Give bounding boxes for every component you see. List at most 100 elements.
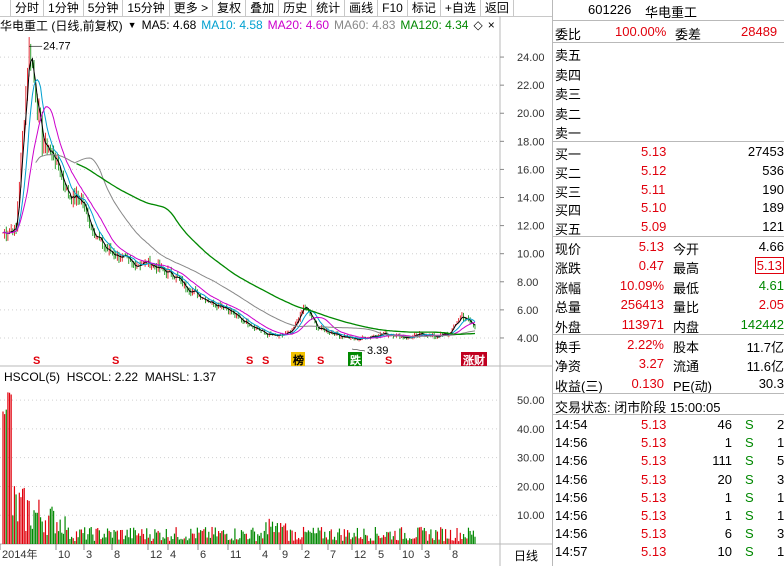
x-tick-label: 2014年 (2, 547, 37, 561)
separator (553, 393, 784, 394)
stat-value: 2.22% (627, 337, 664, 352)
stat-value: 30.3 (758, 375, 784, 391)
tick-volume: 10 (717, 544, 732, 560)
tick-time: 14:56 (555, 435, 588, 451)
stock-name: 华电重工 (645, 5, 698, 20)
bid-price: 5.11 (641, 181, 666, 197)
stat-label: 最低 (673, 280, 700, 296)
tick-price: 5.13 (641, 417, 667, 432)
bid-row: 买一 5.13 27453 (553, 142, 784, 162)
y-tick-label: 18.00 (517, 136, 545, 148)
y-tick-label: 10.00 (517, 249, 545, 261)
stat-value: 2.05 (758, 297, 784, 313)
stat-label: 流通 (673, 359, 700, 375)
stat-value: 4.61 (758, 277, 784, 293)
stat-value: 113971 (621, 316, 664, 332)
tick-volume: 1 (724, 435, 732, 451)
event-marker: S (317, 355, 324, 367)
event-marker: S (112, 355, 119, 367)
tick-row: 14:56 5.13 1 S 1 (553, 433, 784, 452)
y-tick-label: 22.00 (517, 80, 545, 92)
weicha-label: 委差 (675, 27, 702, 42)
indicator-legend: HSCOL(5) HSCOL: 2.22 MAHSL: 1.37 (4, 370, 216, 384)
tick-time: 14:56 (555, 471, 588, 487)
mahsl-label: MAHSL: 1.37 (144, 370, 217, 384)
tick-volume: 20 (717, 471, 732, 487)
tick-side: S (745, 489, 754, 505)
kline-chart[interactable]: 24.0022.0020.0018.0016.0014.0012.0010.00… (0, 0, 552, 566)
tick-count: 2 (777, 417, 784, 432)
y-tick-label: 20.00 (517, 108, 545, 120)
tick-side: S (745, 471, 754, 487)
tick-row: 14:56 5.13 1 S 1 (553, 506, 784, 525)
y-tick-label: 50.00 (517, 395, 545, 407)
event-marker: S (385, 355, 392, 367)
x-tick-label: 8 (114, 549, 120, 561)
low-pointer (351, 348, 366, 352)
tick-count: 3 (777, 526, 784, 542)
event-marker: S (33, 355, 40, 367)
event-marker: S (246, 355, 253, 367)
stat-value: 5.13 (638, 239, 664, 254)
tick-price: 5.13 (641, 471, 667, 487)
weibi-label: 委比 (555, 27, 582, 42)
tick-count: 1 (777, 544, 784, 560)
tick-price: 5.13 (641, 544, 667, 560)
bid-price: 5.12 (641, 162, 667, 178)
ask-label: 卖一 (555, 126, 582, 142)
x-tick-label: 5 (378, 549, 384, 561)
stat-value: 5.13 (754, 257, 784, 275)
stat-value: 0.130 (631, 375, 664, 391)
y-tick-label: 12.00 (517, 221, 545, 233)
hscol-label: HSCOL: 2.22 (66, 370, 139, 384)
weicha-value: 28489 (741, 24, 778, 39)
tick-time: 14:56 (555, 489, 588, 505)
bid-row: 买二 5.12 536 (553, 161, 784, 181)
ma10-line (2, 79, 476, 340)
tick-side: S (745, 526, 754, 542)
tick-row: 14:54 5.13 46 S 2 (553, 415, 784, 434)
weibi-value: 100.00% (615, 24, 667, 39)
ask-label: 卖五 (555, 48, 582, 63)
stat-value: 0.47 (638, 258, 664, 274)
ask-row: 卖三 (553, 82, 784, 102)
stock-code: 601226 (588, 2, 632, 17)
y-tick-label: 40.00 (517, 424, 545, 436)
tick-price: 5.13 (641, 489, 667, 505)
y-tick-label: 24.00 (517, 52, 545, 64)
tick-volume: 111 (712, 453, 732, 469)
period-label[interactable]: 日线 (514, 547, 538, 564)
event-marker: 涨财 (463, 353, 485, 367)
stat-value: 142442 (740, 316, 784, 332)
y-tick-label: 16.00 (517, 164, 545, 176)
bid-price: 5.10 (641, 200, 667, 216)
bid-volume: 536 (762, 162, 784, 178)
bid-volume: 121 (762, 219, 784, 235)
stat-label: 今开 (673, 242, 700, 257)
weibi-row: 委比 100.00% 委差 28489 (553, 22, 784, 42)
indicator-name[interactable]: HSCOL(5) (4, 370, 60, 384)
ask-row: 卖一 (553, 121, 784, 142)
tick-volume: 1 (724, 489, 732, 505)
x-tick-label: 3 (86, 549, 92, 561)
tick-row: 14:56 5.13 111 S 5 (553, 451, 784, 470)
tick-count: 3 (777, 471, 784, 487)
volume-bars (2, 392, 476, 544)
y-tick-label: 10.00 (517, 510, 545, 522)
ma120-line (76, 163, 476, 335)
event-marker: S (262, 355, 269, 367)
x-tick-label: 12 (354, 549, 366, 561)
stat-row: 收益(三) 0.130 PE(动) 30.3 (553, 374, 784, 394)
x-tick-label: 3 (424, 549, 430, 561)
bid-volume: 27453 (747, 144, 784, 159)
stat-label: 总量 (555, 300, 582, 316)
stat-label: 外盘 (555, 319, 582, 335)
stat-label: 收益(三) (555, 378, 603, 394)
stat-label: 现价 (555, 242, 582, 257)
x-tick-label: 6 (200, 549, 206, 561)
x-tick-label: 9 (282, 549, 288, 561)
stat-label: 换手 (555, 340, 582, 355)
tick-volume: 6 (724, 526, 732, 542)
stat-row: 净资 3.27 流通 11.6亿 (553, 354, 784, 375)
stat-row: 总量 256413 量比 2.05 (553, 295, 784, 316)
